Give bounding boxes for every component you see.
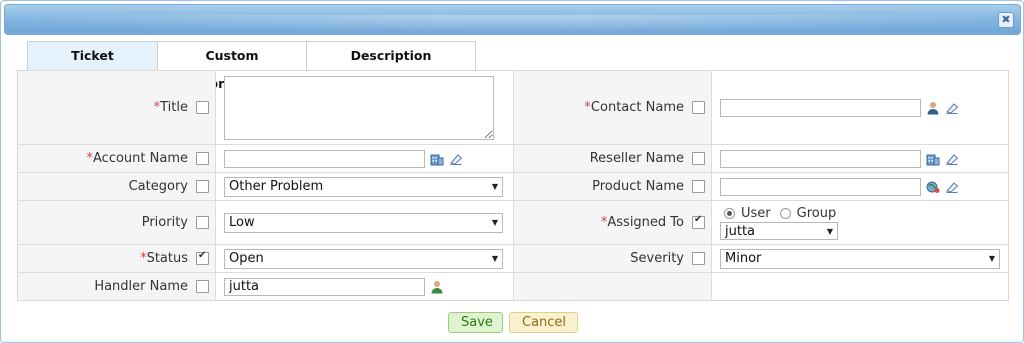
- save-button[interactable]: Save: [448, 312, 503, 333]
- severity-label: Severity: [513, 245, 711, 272]
- severity-cell: Minor ▼: [711, 245, 1008, 272]
- reseller-name-label: Reseller Name: [513, 145, 711, 172]
- account-select-icon[interactable]: [430, 152, 444, 166]
- category-mass-edit-checkbox[interactable]: [196, 180, 209, 193]
- clear-icon[interactable]: [945, 152, 959, 166]
- handler-name-cell: [215, 273, 513, 300]
- status-label: * Status: [18, 245, 215, 272]
- tab-bar: Ticket Information Custom Information De…: [27, 41, 476, 91]
- assigned-user-select[interactable]: jutta ▼: [720, 222, 838, 240]
- category-cell: Other Problem ▼: [215, 173, 513, 200]
- reseller-name-cell: [711, 145, 1008, 172]
- severity-mass-edit-checkbox[interactable]: [692, 252, 705, 265]
- ticket-dialog: ✖ Ticket Information Custom Information …: [0, 0, 1024, 343]
- priority-mass-edit-checkbox[interactable]: [196, 216, 209, 229]
- reseller-name-mass-edit-checkbox[interactable]: [692, 152, 705, 165]
- account-name-cell: [215, 145, 513, 172]
- ticket-form: * Title * Contact Name * Account Name Re…: [17, 70, 1009, 301]
- chevron-down-icon: ▼: [491, 218, 498, 227]
- account-name-mass-edit-checkbox[interactable]: [196, 152, 209, 165]
- product-select-icon[interactable]: [926, 180, 940, 194]
- empty-label-cell: [513, 273, 711, 300]
- empty-value-cell: [711, 273, 1008, 300]
- title-label: * Title: [18, 71, 215, 144]
- contact-name-cell: [711, 71, 1008, 144]
- contact-name-input[interactable]: [720, 98, 921, 117]
- status-mass-edit-checkbox[interactable]: [196, 250, 209, 265]
- cancel-button[interactable]: Cancel: [509, 312, 578, 333]
- priority-label: Priority: [18, 201, 215, 244]
- tab-ticket-information[interactable]: Ticket Information: [27, 41, 158, 91]
- chevron-down-icon: ▼: [988, 254, 995, 263]
- clear-icon[interactable]: [945, 101, 959, 115]
- handler-name-label: Handler Name: [18, 273, 215, 300]
- user-select-icon[interactable]: [926, 101, 940, 115]
- account-select-icon[interactable]: [926, 152, 940, 166]
- account-name-label: * Account Name: [18, 145, 215, 172]
- product-name-mass-edit-checkbox[interactable]: [692, 180, 705, 193]
- account-name-input[interactable]: [224, 149, 425, 168]
- tab-description-information[interactable]: Description Information: [306, 41, 476, 91]
- chevron-down-icon: ▼: [491, 182, 498, 191]
- category-label: Category: [18, 173, 215, 200]
- clear-icon[interactable]: [449, 152, 463, 166]
- handler-name-input[interactable]: [224, 277, 425, 296]
- user-select-icon[interactable]: [430, 280, 444, 294]
- product-name-cell: [711, 173, 1008, 200]
- priority-cell: Low ▼: [215, 201, 513, 244]
- assign-group-label: Group: [796, 205, 837, 221]
- reseller-name-input[interactable]: [720, 149, 921, 168]
- chevron-down-icon: ▼: [826, 226, 833, 236]
- title-mass-edit-checkbox[interactable]: [196, 101, 209, 114]
- clear-icon[interactable]: [945, 180, 959, 194]
- status-cell: Open ▼: [215, 245, 513, 272]
- status-select[interactable]: Open ▼: [224, 248, 503, 269]
- tab-custom-information[interactable]: Custom Information: [157, 41, 307, 91]
- category-select[interactable]: Other Problem ▼: [224, 176, 503, 197]
- close-icon[interactable]: ✖: [998, 12, 1014, 28]
- dialog-titlebar: ✖: [4, 4, 1021, 35]
- assigned-to-label: * Assigned To: [513, 201, 711, 244]
- button-bar: Save Cancel: [448, 312, 584, 333]
- title-textarea[interactable]: [224, 75, 494, 140]
- assigned-to-mass-edit-checkbox[interactable]: [692, 214, 705, 229]
- product-name-label: Product Name: [513, 173, 711, 200]
- assign-group-radio[interactable]: [779, 207, 791, 219]
- assign-user-radio[interactable]: [724, 207, 735, 219]
- contact-name-label: * Contact Name: [513, 71, 711, 144]
- assigned-to-cell: User Group jutta ▼: [711, 201, 1008, 244]
- contact-name-mass-edit-checkbox[interactable]: [692, 101, 705, 114]
- priority-select[interactable]: Low ▼: [224, 212, 503, 233]
- chevron-down-icon: ▼: [491, 254, 498, 263]
- severity-select[interactable]: Minor ▼: [720, 248, 1000, 269]
- handler-name-mass-edit-checkbox[interactable]: [196, 280, 209, 293]
- product-name-input[interactable]: [720, 177, 921, 196]
- assign-user-label: User: [741, 205, 771, 221]
- title-cell: [215, 71, 513, 144]
